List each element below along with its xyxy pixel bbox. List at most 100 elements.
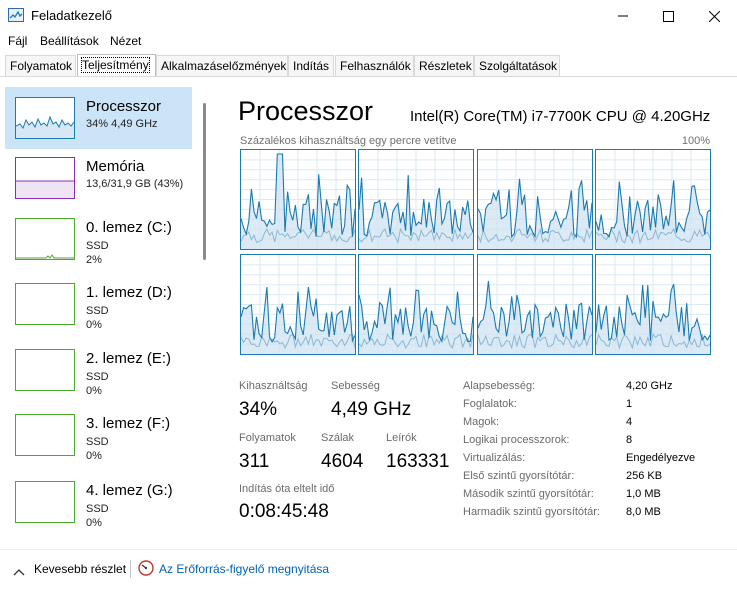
sidebar-item-memory-name: Memória <box>86 158 145 175</box>
open-resource-monitor-link[interactable]: Az Erőforrás-figyelő megnyitása <box>159 562 329 576</box>
core-graph <box>595 254 711 355</box>
spec-value: 1 <box>626 398 633 410</box>
fewer-details-button[interactable]: Kevesebb részlet <box>34 562 126 576</box>
core-graph <box>240 254 356 355</box>
core-graph <box>477 149 593 250</box>
sidebar-item-cpu[interactable]: Processzor 34% 4,49 GHz <box>5 87 192 149</box>
tab-startup-label: Indítás <box>293 59 330 73</box>
cpu-core-graphs <box>240 149 711 355</box>
tab-bar: Folyamatok Teljesítmény Alkalmazáselőzmé… <box>0 54 737 77</box>
threads-label: Szálak <box>321 432 355 444</box>
sidebar-item-disk-4[interactable]: 4. lemez (G:) SSD 0% <box>5 471 192 533</box>
title-bar: Feladatkezelő <box>0 0 737 32</box>
sidebar-item-disk-1[interactable]: 1. lemez (D:) SSD 0% <box>5 273 192 335</box>
disk-2-thumbnail-graph <box>15 349 75 391</box>
performance-sidebar: Processzor 34% 4,49 GHz Memória 13,6/31,… <box>0 84 212 544</box>
spec-label: Alapsebesség: <box>463 380 536 392</box>
spec-label: Virtualizálás: <box>463 452 526 464</box>
tab-users-label: Felhasználók <box>340 59 411 73</box>
graph-caption: Százalékos kihasználtság egy percre vetí… <box>240 135 457 147</box>
tab-processes-label: Folyamatok <box>10 59 73 73</box>
sidebar-item-disk-3-name: 3. lemez (F:) <box>86 415 171 432</box>
footer-bar: Kevesebb részlet Az Erőforrás-figyelő me… <box>0 549 737 593</box>
task-manager-icon <box>8 8 24 22</box>
disk-0-thumbnail-graph <box>15 218 75 260</box>
tab-performance-label: Teljesítmény <box>81 57 150 73</box>
disk-1-thumbnail-graph <box>15 283 75 325</box>
uptime-label: Indítás óta eltelt idő <box>239 483 335 495</box>
sidebar-item-disk-2-usage: 0% <box>86 385 102 397</box>
utilization-value: 34% <box>239 399 278 420</box>
sidebar-item-disk-0-usage: 2% <box>86 254 102 266</box>
spec-label: Harmadik szintű gyorsítótár: <box>463 506 600 518</box>
tab-app-history[interactable]: Alkalmazáselőzmények <box>156 55 288 76</box>
speed-value: 4,49 GHz <box>331 399 412 420</box>
spec-value: 4,20 GHz <box>626 380 673 392</box>
sidebar-item-disk-4-type: SSD <box>86 503 109 515</box>
tab-users[interactable]: Felhasználók <box>335 55 414 76</box>
menu-bar: Fájl Beállítások Nézet <box>0 32 737 50</box>
threads-value: 4604 <box>321 451 364 472</box>
sidebar-item-disk-2[interactable]: 2. lemez (E:) SSD 0% <box>5 339 192 401</box>
spec-value: 8,0 MB <box>626 506 661 518</box>
processes-label: Folyamatok <box>239 432 296 444</box>
graph-max-label: 100% <box>681 135 710 147</box>
tab-services[interactable]: Szolgáltatások <box>474 55 560 76</box>
tab-services-label: Szolgáltatások <box>479 59 558 73</box>
close-button[interactable] <box>691 0 737 32</box>
maximize-button[interactable] <box>645 0 691 32</box>
sidebar-scrollbar-thumb[interactable] <box>203 103 206 260</box>
tab-performance[interactable]: Teljesítmény <box>77 54 156 76</box>
tab-processes[interactable]: Folyamatok <box>5 55 76 76</box>
sidebar-item-memory[interactable]: Memória 13,6/31,9 GB (43%) <box>5 147 192 209</box>
sidebar-item-disk-0[interactable]: 0. lemez (C:) SSD 2% <box>5 208 192 270</box>
spec-value: 4 <box>626 416 633 428</box>
menu-file[interactable]: Fájl <box>8 34 27 48</box>
memory-thumbnail-graph <box>15 157 75 199</box>
resource-monitor-icon <box>138 560 154 581</box>
processes-value: 311 <box>239 451 270 472</box>
core-graph <box>240 149 356 250</box>
sidebar-item-disk-3-usage: 0% <box>86 450 102 462</box>
sidebar-item-disk-4-usage: 0% <box>86 517 102 529</box>
speed-label: Sebesség <box>331 380 380 392</box>
sidebar-item-disk-3[interactable]: 3. lemez (F:) SSD 0% <box>5 404 192 466</box>
handles-label: Leírók <box>386 432 417 444</box>
disk-4-thumbnail-graph <box>15 481 75 523</box>
chevron-up-icon[interactable] <box>13 563 25 581</box>
spec-value: 8 <box>626 434 633 446</box>
spec-value: Engedélyezve <box>626 452 696 464</box>
close-icon <box>708 10 720 22</box>
tab-details[interactable]: Részletek <box>414 55 474 76</box>
cpu-model: Intel(R) Core(TM) i7-7700K CPU @ 4.20GHz <box>410 108 711 125</box>
maximize-icon <box>662 10 674 22</box>
spec-label: Magok: <box>463 416 500 428</box>
menu-view[interactable]: Nézet <box>110 34 141 48</box>
sidebar-item-disk-0-name: 0. lemez (C:) <box>86 219 172 236</box>
core-graph <box>358 254 474 355</box>
sidebar-item-disk-1-name: 1. lemez (D:) <box>86 284 172 301</box>
core-graph <box>358 149 474 250</box>
page-title: Processzor <box>238 96 374 126</box>
utilization-label: Kihasználtság <box>239 380 308 392</box>
sidebar-item-disk-0-type: SSD <box>86 240 109 252</box>
core-graph <box>595 149 711 250</box>
sidebar-item-disk-3-type: SSD <box>86 436 109 448</box>
spec-label: Foglalatok: <box>463 398 517 410</box>
sidebar-item-cpu-sub: 34% 4,49 GHz <box>86 118 158 130</box>
tab-app-history-label: Alkalmazáselőzmények <box>161 59 287 73</box>
sidebar-item-memory-sub: 13,6/31,9 GB (43%) <box>86 178 184 190</box>
footer-divider <box>130 560 131 578</box>
sidebar-item-disk-1-type: SSD <box>86 305 109 317</box>
core-graph <box>477 254 593 355</box>
cpu-thumbnail-graph <box>15 97 75 139</box>
menu-settings[interactable]: Beállítások <box>40 34 99 48</box>
minimize-button[interactable] <box>600 0 646 32</box>
tab-startup[interactable]: Indítás <box>288 55 334 76</box>
uptime-value: 0:08:45:48 <box>239 501 329 522</box>
spec-value: 1,0 MB <box>626 488 661 500</box>
handles-value: 163331 <box>386 451 450 472</box>
spec-label: Második szintű gyorsítótár: <box>463 488 594 500</box>
disk-3-thumbnail-graph <box>15 414 75 456</box>
sidebar-item-disk-1-usage: 0% <box>86 319 102 331</box>
